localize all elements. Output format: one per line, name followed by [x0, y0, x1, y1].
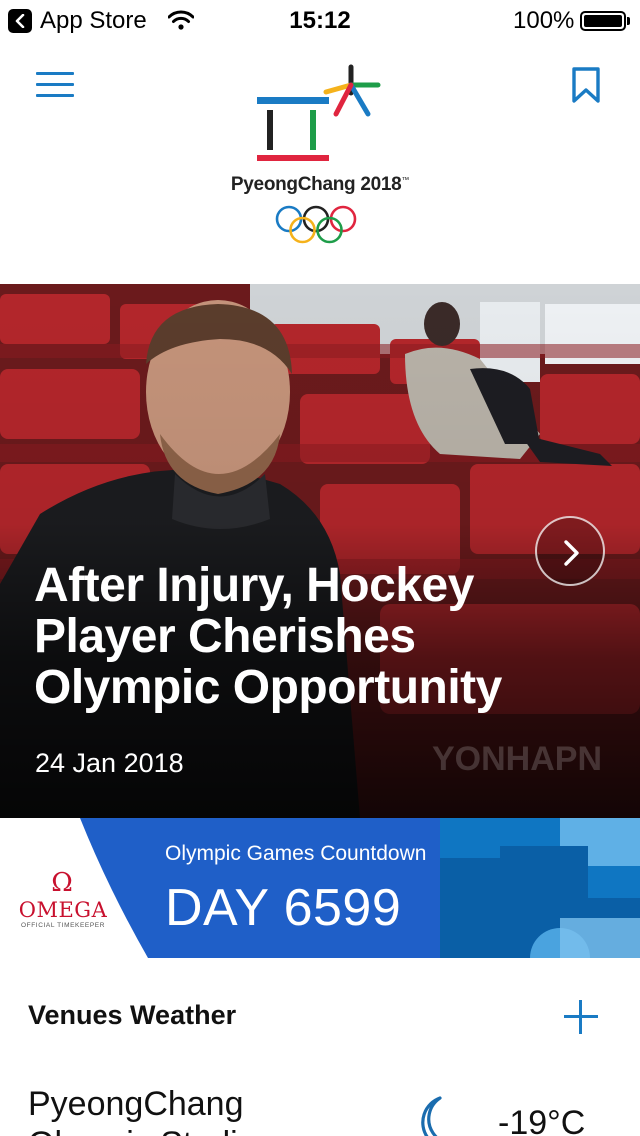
- hamburger-icon-line: [36, 72, 74, 75]
- omega-official-timekeeper: OFFICIAL TIMEKEEPER: [21, 922, 105, 929]
- status-bar: App Store 15:12 100%: [0, 0, 640, 40]
- countdown-label: Olympic Games Countdown: [165, 842, 427, 865]
- featured-article-card[interactable]: YONHAPN After Injury, Hockey Player Cher…: [0, 284, 640, 818]
- menu-button[interactable]: [36, 72, 74, 100]
- omega-logo-icon: Ω: [51, 868, 73, 898]
- logo-trademark: ™: [401, 175, 410, 185]
- hamburger-icon-line: [36, 83, 74, 86]
- photo-watermark: YONHAPN: [432, 740, 603, 778]
- moon-icon: [421, 1096, 442, 1136]
- bookmark-button[interactable]: [570, 66, 602, 109]
- add-venue-button[interactable]: [564, 1000, 598, 1034]
- venue-temperature: -19°C: [498, 1104, 586, 1136]
- battery-percent: 100%: [513, 7, 575, 34]
- venues-weather-heading: Venues Weather: [28, 1000, 237, 1030]
- bookmark-icon: [572, 67, 600, 103]
- venue-name[interactable]: PyeongChang Olympic Stadium: [28, 1084, 288, 1136]
- countdown-day: DAY 6599: [165, 879, 402, 937]
- omega-logo-text: OMEGA: [18, 898, 108, 922]
- battery-icon: [580, 11, 626, 31]
- olympic-rings-icon: [275, 205, 357, 244]
- pyeongchang-emblem-icon: [257, 64, 381, 161]
- battery-tip: [627, 17, 630, 25]
- article-date: 24 Jan 2018: [35, 748, 184, 778]
- logo-text: PyeongChang 2018™: [230, 174, 410, 195]
- pyeongchang-logo: PyeongChang 2018™: [220, 62, 420, 252]
- article-title[interactable]: After Injury, Hockey Player Cherishes Ol…: [34, 560, 594, 713]
- hamburger-icon-line: [36, 94, 74, 97]
